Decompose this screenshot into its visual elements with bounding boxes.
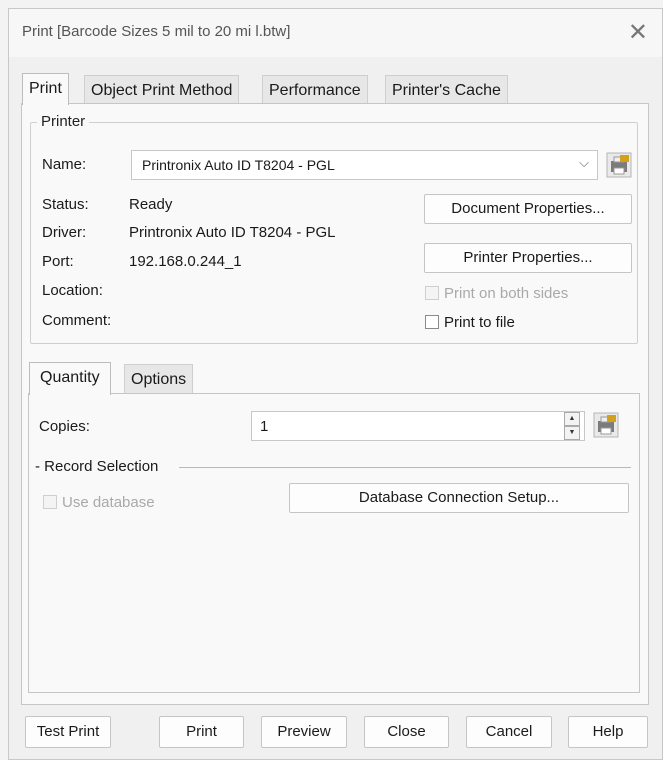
record-selection-divider	[179, 467, 631, 468]
database-connection-setup-button[interactable]: Database Connection Setup...	[289, 483, 629, 513]
cancel-button[interactable]: Cancel	[466, 716, 552, 748]
preview-button[interactable]: Preview	[261, 716, 347, 748]
tab-object-print-method[interactable]: Object Print Method	[84, 75, 240, 105]
tab-print[interactable]: Print	[22, 73, 69, 105]
printer-properties-button[interactable]: Printer Properties...	[424, 243, 632, 273]
spinner-down-icon[interactable]: ▼	[564, 426, 580, 440]
driver-value: Printronix Auto ID T8204 - PGL	[129, 224, 336, 241]
print-to-file-checkbox[interactable]	[425, 315, 439, 329]
help-button[interactable]: Help	[568, 716, 648, 748]
print-both-sides-label: Print on both sides	[444, 285, 569, 302]
close-button[interactable]: Close	[364, 716, 449, 748]
chevron-down-icon[interactable]: ⌵	[579, 155, 589, 171]
tab-printers-cache[interactable]: Printer's Cache	[385, 75, 508, 105]
copies-value: 1	[260, 418, 269, 435]
record-selection-label: - Record Selection	[35, 458, 159, 475]
spinner-up-icon[interactable]: ▲	[564, 412, 580, 426]
tab-quantity[interactable]: Quantity	[29, 362, 111, 395]
tab-performance[interactable]: Performance	[262, 75, 368, 105]
printer-name-value: Printronix Auto ID T8204 - PGL	[142, 157, 335, 173]
port-label: Port:	[42, 253, 74, 270]
print-tab-panel: Printer Name: Printronix Auto ID T8204 -…	[21, 103, 649, 705]
copies-input[interactable]: 1 ▲ ▼	[251, 411, 585, 441]
status-label: Status:	[42, 196, 89, 213]
comment-label: Comment:	[42, 312, 112, 329]
use-database-label: Use database	[62, 494, 155, 511]
window-title: Print [Barcode Sizes 5 mil to 20 mi l.bt…	[22, 23, 291, 40]
location-label: Location:	[42, 282, 103, 299]
close-icon[interactable]: ✕	[628, 18, 648, 47]
print-to-file-label: Print to file	[444, 314, 515, 331]
printer-name-select[interactable]: Printronix Auto ID T8204 - PGL ⌵	[131, 150, 598, 180]
name-label: Name:	[42, 156, 87, 173]
print-both-sides-checkbox[interactable]	[425, 286, 439, 300]
copies-spinner[interactable]: ▲ ▼	[564, 412, 580, 440]
quantity-panel: Copies: 1 ▲ ▼ - Record Selection Use dat…	[28, 393, 640, 693]
quantity-settings-icon[interactable]	[593, 412, 619, 438]
title-bar: Print [Barcode Sizes 5 mil to 20 mi l.bt…	[9, 9, 662, 57]
printer-group-label: Printer	[37, 113, 90, 130]
print-button[interactable]: Print	[159, 716, 244, 748]
tab-options[interactable]: Options	[124, 364, 194, 394]
copies-label: Copies:	[39, 418, 90, 435]
print-dialog: Print [Barcode Sizes 5 mil to 20 mi l.bt…	[8, 8, 663, 760]
document-properties-button[interactable]: Document Properties...	[424, 194, 632, 224]
driver-label: Driver:	[42, 224, 87, 241]
port-value: 192.168.0.244_1	[129, 253, 242, 270]
printer-settings-icon[interactable]	[606, 152, 632, 178]
status-value: Ready	[129, 196, 173, 213]
test-print-button[interactable]: Test Print	[25, 716, 111, 748]
use-database-checkbox[interactable]	[43, 495, 57, 509]
